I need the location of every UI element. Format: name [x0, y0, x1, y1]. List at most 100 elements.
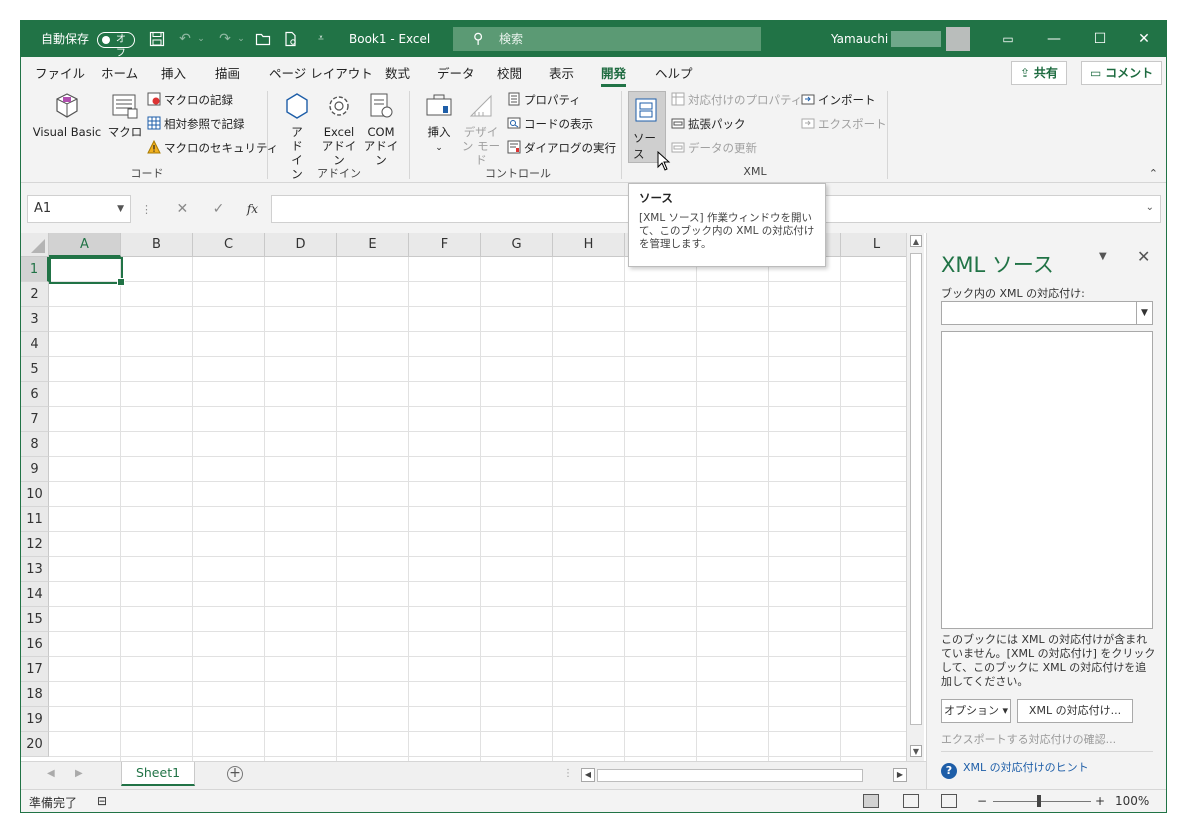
- tab-home[interactable]: ホーム: [101, 63, 138, 85]
- maximize-icon[interactable]: ☐: [1077, 21, 1123, 57]
- macro-security-button[interactable]: マクロのセキュリティ: [147, 139, 278, 157]
- chevron-down-icon[interactable]: ▼: [1136, 302, 1152, 324]
- com-addins-button[interactable]: COM アドイン: [361, 91, 401, 167]
- excel-addins-button[interactable]: Excel アドイン: [319, 91, 359, 167]
- run-dialog-button[interactable]: ダイアログの実行: [507, 139, 616, 157]
- properties-button[interactable]: プロパティ: [507, 91, 581, 109]
- insert-function-icon[interactable]: fx: [247, 202, 258, 216]
- macros-button[interactable]: マクロ: [107, 91, 143, 139]
- verify-export-link[interactable]: エクスポートする対応付けの確認...: [941, 731, 1116, 747]
- row-header-12[interactable]: 12: [21, 532, 49, 557]
- select-all-button[interactable]: [21, 233, 49, 257]
- view-code-button[interactable]: コードの表示: [507, 115, 593, 133]
- column-header-a[interactable]: A: [49, 233, 121, 257]
- chevron-down-icon[interactable]: ▼: [117, 196, 124, 222]
- xml-maps-button[interactable]: XML の対応付け...: [1017, 699, 1133, 723]
- expand-formula-bar-icon[interactable]: ⌄: [1146, 202, 1154, 213]
- customize-qat-icon[interactable]: ⩡: [313, 31, 329, 47]
- sheet-tab-sheet1[interactable]: Sheet1: [121, 762, 195, 786]
- enter-icon[interactable]: ✓: [213, 201, 225, 217]
- open-folder-icon[interactable]: [255, 31, 271, 47]
- row-header-16[interactable]: 16: [21, 632, 49, 657]
- share-button[interactable]: ⇪ 共有: [1011, 61, 1067, 85]
- cancel-icon[interactable]: ✕: [176, 201, 188, 217]
- tab-data[interactable]: データ: [437, 63, 475, 85]
- undo-icon[interactable]: ↶: [177, 31, 193, 47]
- column-header-h[interactable]: H: [553, 233, 625, 257]
- refresh-data-button[interactable]: データの更新: [671, 139, 757, 157]
- row-header-15[interactable]: 15: [21, 607, 49, 632]
- redo-icon[interactable]: ↷: [217, 31, 233, 47]
- scroll-up-icon[interactable]: ▲: [910, 235, 922, 247]
- row-header-3[interactable]: 3: [21, 307, 49, 332]
- column-header-l[interactable]: L: [841, 233, 913, 257]
- xml-hint-link[interactable]: ? XML の対応付けのヒント: [941, 759, 1089, 779]
- print-preview-icon[interactable]: [283, 31, 299, 47]
- active-cell[interactable]: [49, 257, 125, 286]
- relative-references-button[interactable]: 相対参照で記録: [147, 115, 245, 133]
- row-header-9[interactable]: 9: [21, 457, 49, 482]
- close-icon[interactable]: ✕: [1121, 21, 1166, 57]
- split-handle-icon[interactable]: ⋮: [563, 768, 573, 779]
- autosave-toggle[interactable]: オフ: [96, 31, 135, 59]
- next-sheet-icon[interactable]: ▶: [75, 768, 83, 779]
- row-header-18[interactable]: 18: [21, 682, 49, 707]
- row-header-4[interactable]: 4: [21, 332, 49, 357]
- accessibility-icon[interactable]: ⊟: [97, 794, 107, 808]
- column-header-b[interactable]: B: [121, 233, 193, 257]
- pane-options-icon[interactable]: ▼: [1099, 251, 1107, 262]
- column-header-g[interactable]: G: [481, 233, 553, 257]
- close-icon[interactable]: ✕: [1137, 247, 1150, 266]
- import-button[interactable]: インポート: [801, 91, 876, 109]
- minimize-icon[interactable]: —: [1031, 21, 1077, 57]
- autosave-control[interactable]: 自動保存 オフ: [41, 21, 135, 59]
- zoom-in-icon[interactable]: +: [1095, 794, 1105, 808]
- visual-basic-button[interactable]: Visual Basic: [29, 91, 105, 139]
- row-header-13[interactable]: 13: [21, 557, 49, 582]
- scroll-thumb[interactable]: [910, 253, 922, 725]
- horizontal-scrollbar[interactable]: ⋮ ◀ ▶: [563, 768, 907, 784]
- scroll-right-icon[interactable]: ▶: [893, 768, 907, 782]
- row-header-5[interactable]: 5: [21, 357, 49, 382]
- worksheet-grid[interactable]: ABCDEFGHIJKL1234567891011121314151617181…: [21, 233, 913, 761]
- add-sheet-icon[interactable]: +: [227, 766, 243, 782]
- tab-view[interactable]: 表示: [549, 63, 574, 85]
- row-header-1[interactable]: 1: [21, 257, 49, 282]
- row-header-2[interactable]: 2: [21, 282, 49, 307]
- column-header-f[interactable]: F: [409, 233, 481, 257]
- tab-review[interactable]: 校閲: [497, 63, 522, 85]
- row-header-19[interactable]: 19: [21, 707, 49, 732]
- comments-button[interactable]: ▭ コメント: [1081, 61, 1163, 85]
- insert-control-button[interactable]: 挿入 ⌄: [419, 91, 459, 155]
- user-name[interactable]: Yamauchi: [831, 21, 888, 57]
- zoom-level[interactable]: 100%: [1115, 794, 1149, 808]
- column-header-c[interactable]: C: [193, 233, 265, 257]
- record-macro-button[interactable]: マクロの記録: [147, 91, 233, 109]
- page-break-view-icon[interactable]: [941, 794, 957, 808]
- zoom-slider[interactable]: [993, 801, 1091, 802]
- xml-tree-list[interactable]: [941, 331, 1153, 629]
- zoom-slider-knob[interactable]: [1037, 795, 1041, 807]
- name-box[interactable]: A1 ▼: [27, 195, 131, 223]
- column-header-e[interactable]: E: [337, 233, 409, 257]
- map-properties-button[interactable]: 対応付けのプロパティ: [671, 91, 802, 109]
- search-box[interactable]: ⚲ 検索: [453, 27, 761, 51]
- row-header-7[interactable]: 7: [21, 407, 49, 432]
- expansion-packs-button[interactable]: 拡張パック: [671, 115, 746, 133]
- xml-maps-select[interactable]: ▼: [941, 301, 1153, 325]
- export-button[interactable]: エクスポート: [801, 115, 887, 133]
- collapse-ribbon-icon[interactable]: ⌃: [1149, 167, 1158, 180]
- row-header-8[interactable]: 8: [21, 432, 49, 457]
- tab-file[interactable]: ファイル: [35, 63, 85, 85]
- row-header-17[interactable]: 17: [21, 657, 49, 682]
- undo-dropdown-icon[interactable]: ⌄: [193, 31, 209, 47]
- tab-developer[interactable]: 開発: [601, 63, 627, 87]
- tab-draw[interactable]: 描画: [215, 63, 240, 85]
- save-icon[interactable]: [149, 31, 165, 47]
- row-header-10[interactable]: 10: [21, 482, 49, 507]
- scroll-left-icon[interactable]: ◀: [581, 768, 595, 782]
- design-mode-button[interactable]: デザイン モード: [459, 91, 503, 167]
- avatar[interactable]: [946, 27, 970, 51]
- zoom-out-icon[interactable]: −: [977, 794, 987, 808]
- tab-help[interactable]: ヘルプ: [655, 63, 693, 85]
